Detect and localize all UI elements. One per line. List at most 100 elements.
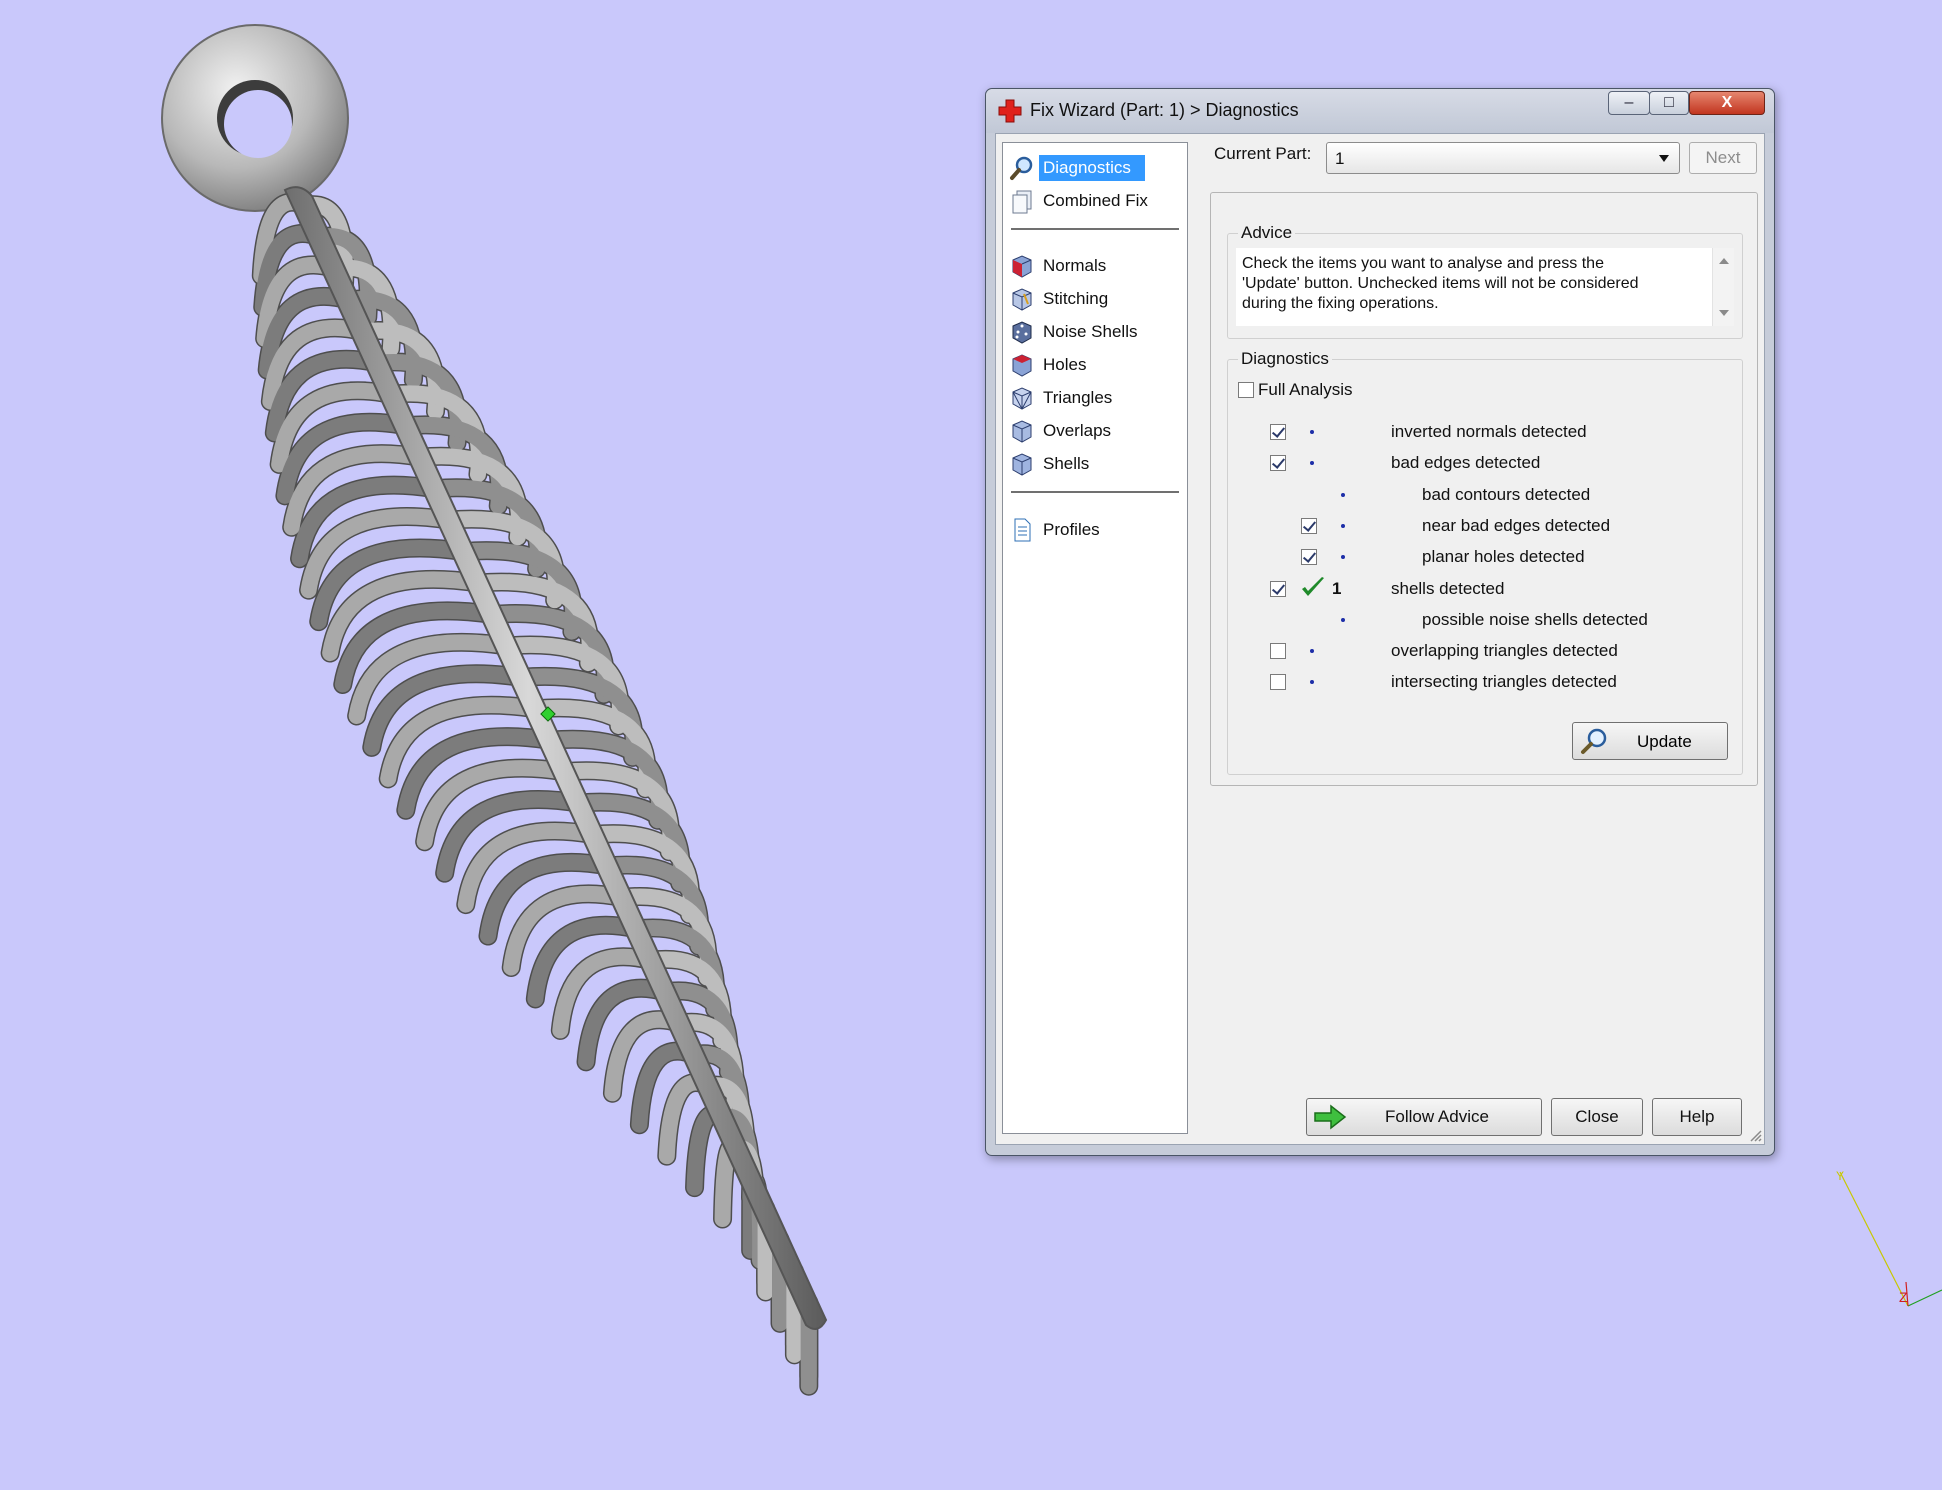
nav-item-combined-fix[interactable]: Combined Fix — [1009, 186, 1181, 216]
diagnostic-row: 1 shells detected — [1228, 577, 1744, 600]
cube-red-icon — [1012, 255, 1032, 278]
close-window-button[interactable]: X — [1689, 91, 1765, 115]
nav-item-noise-shells[interactable]: Noise Shells — [1009, 317, 1181, 347]
current-part-label: Current Part: — [1214, 144, 1312, 163]
status-dot — [1341, 618, 1345, 622]
close-button[interactable]: Close — [1551, 1098, 1643, 1136]
diagnostic-label: shells detected — [1391, 579, 1505, 598]
green-arrow-icon — [1314, 1104, 1347, 1130]
update-button[interactable]: Update — [1572, 722, 1728, 760]
nav-divider — [1011, 228, 1179, 230]
cube-wire-icon — [1012, 387, 1032, 410]
follow-advice-button[interactable]: Follow Advice — [1306, 1098, 1542, 1136]
ring-loop — [161, 24, 349, 212]
diagnostic-label: overlapping triangles detected — [1391, 641, 1618, 660]
fix-wizard-dialog: Fix Wizard (Part: 1) > Diagnostics – □ X… — [985, 88, 1775, 1156]
checkbox[interactable] — [1270, 674, 1286, 690]
cube-blue-icon — [1012, 453, 1032, 476]
window-title: Fix Wizard (Part: 1) > Diagnostics — [1030, 100, 1299, 120]
diagnostic-label: possible noise shells detected — [1422, 610, 1648, 629]
full-analysis-checkbox[interactable]: Full Analysis — [1238, 380, 1352, 400]
status-dot — [1310, 649, 1314, 653]
diagnostic-label: planar holes detected — [1422, 547, 1585, 566]
checkbox[interactable] — [1301, 518, 1317, 534]
status-dot — [1341, 555, 1345, 559]
diagnostic-label: bad contours detected — [1422, 485, 1591, 504]
nav-label: Stitching — [1043, 289, 1109, 308]
diagnostics-title: Diagnostics — [1238, 349, 1332, 369]
diagnostic-row: bad contours detected — [1228, 484, 1744, 506]
nav-label: Holes — [1043, 355, 1087, 374]
feather-barbs — [251, 192, 819, 1396]
advice-text: Check the items you want to analyse and … — [1242, 255, 1639, 312]
axis-triad: Z Y — [1836, 1169, 1942, 1307]
resize-grip-icon[interactable] — [1748, 1128, 1762, 1142]
next-button[interactable]: Next — [1689, 142, 1757, 174]
wizard-nav: Diagnostics Combined Fix Normals Stitchi… — [1002, 142, 1188, 1134]
status-dot — [1310, 430, 1314, 434]
diagnostics-group: Diagnostics Full Analysis inverted norma… — [1227, 349, 1744, 775]
nav-item-shells[interactable]: Shells — [1009, 449, 1181, 479]
diagnostic-row: bad edges detected — [1228, 452, 1744, 474]
checkbox[interactable] — [1270, 581, 1286, 597]
diagnostic-row: overlapping triangles detected — [1228, 640, 1744, 662]
diagnostic-row: planar holes detected — [1228, 546, 1744, 568]
magnifier-icon — [1581, 728, 1607, 754]
diagnostics-panel: Advice Check the items you want to analy… — [1210, 192, 1758, 786]
shell-count: 1 — [1332, 579, 1342, 598]
nav-item-profiles[interactable]: Profiles — [1009, 515, 1181, 545]
scroll-down-arrow-icon[interactable] — [1719, 310, 1729, 316]
nav-item-diagnostics[interactable]: Diagnostics — [1009, 153, 1181, 183]
svg-text:Z: Z — [1899, 1289, 1908, 1305]
red-cross-icon — [998, 99, 1022, 123]
status-dot — [1310, 461, 1314, 465]
checkbox[interactable] — [1270, 455, 1286, 471]
checkbox[interactable] — [1270, 643, 1286, 659]
nav-item-triangles[interactable]: Triangles — [1009, 383, 1181, 413]
checkbox[interactable] — [1301, 549, 1317, 565]
svg-text:Y: Y — [1836, 1169, 1844, 1183]
dice-icon — [1012, 321, 1032, 344]
nav-label: Overlaps — [1043, 421, 1112, 440]
nav-label: Diagnostics — [1039, 155, 1145, 181]
follow-advice-label: Follow Advice — [1385, 1107, 1489, 1126]
nav-label: Shells — [1043, 454, 1090, 473]
nav-label: Noise Shells — [1043, 322, 1138, 341]
nav-label: Combined Fix — [1043, 191, 1148, 210]
nav-item-normals[interactable]: Normals — [1009, 251, 1181, 281]
pages-icon — [1012, 190, 1032, 214]
minimize-button[interactable]: – — [1608, 91, 1650, 115]
diagnostic-row: intersecting triangles detected — [1228, 671, 1744, 693]
nav-item-stitching[interactable]: Stitching — [1009, 284, 1181, 314]
maximize-button[interactable]: □ — [1649, 91, 1689, 115]
nav-item-holes[interactable]: Holes — [1009, 350, 1181, 380]
cube-red-icon — [1012, 354, 1032, 377]
current-part-value: 1 — [1335, 149, 1345, 168]
scroll-up-arrow-icon[interactable] — [1719, 258, 1729, 264]
advice-group: Advice Check the items you want to analy… — [1227, 223, 1743, 339]
chevron-down-icon — [1659, 155, 1669, 162]
diagnostic-label: inverted normals detected — [1391, 422, 1587, 441]
advice-textbox[interactable]: Check the items you want to analyse and … — [1236, 248, 1734, 326]
cube-stitch-icon — [1012, 288, 1032, 311]
nav-label: Normals — [1043, 256, 1107, 275]
advice-title: Advice — [1238, 223, 1296, 243]
help-button[interactable]: Help — [1652, 1098, 1742, 1136]
nav-label: Profiles — [1043, 520, 1100, 539]
nav-label: Triangles — [1043, 388, 1113, 407]
full-analysis-label: Full Analysis — [1258, 380, 1353, 399]
checkbox[interactable] — [1238, 382, 1254, 398]
status-dot — [1341, 493, 1345, 497]
dialog-client-area: Diagnostics Combined Fix Normals Stitchi… — [995, 133, 1765, 1145]
status-dot — [1341, 524, 1345, 528]
diagnostic-row: inverted normals detected — [1228, 421, 1744, 443]
nav-item-overlaps[interactable]: Overlaps — [1009, 416, 1181, 446]
document-icon — [1014, 518, 1031, 542]
green-check-icon — [1302, 577, 1324, 596]
update-label: Update — [1637, 732, 1692, 751]
checkbox[interactable] — [1270, 424, 1286, 440]
advice-scrollbar[interactable] — [1712, 248, 1734, 326]
current-part-select[interactable]: 1 — [1326, 142, 1680, 174]
title-bar[interactable]: Fix Wizard (Part: 1) > Diagnostics – □ X — [986, 89, 1774, 133]
nav-divider — [1011, 491, 1179, 493]
